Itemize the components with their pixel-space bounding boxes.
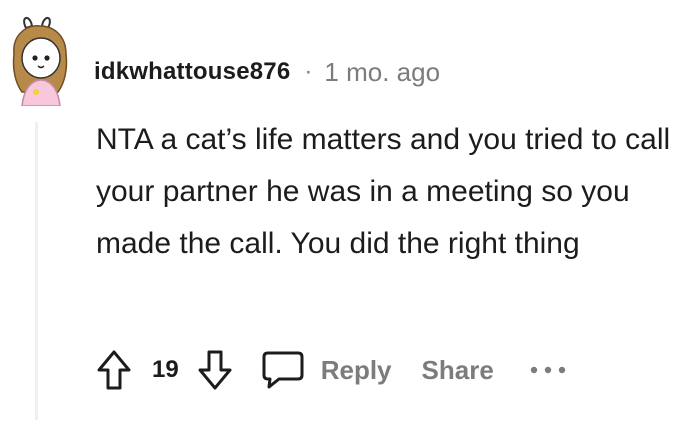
comment-timestamp[interactable]: 1 mo. ago	[324, 57, 440, 88]
username-link[interactable]: idkwhattouse876	[94, 58, 290, 86]
comment-action-bar: 19 Reply Share	[92, 344, 570, 396]
share-button[interactable]: Share	[422, 355, 494, 386]
reply-button[interactable]: Reply	[321, 355, 392, 386]
user-avatar[interactable]	[8, 14, 72, 107]
ellipsis-icon	[530, 366, 565, 374]
speech-bubble-icon	[262, 351, 304, 389]
comment-body: NTA a cat’s life matters and you tried t…	[96, 114, 686, 270]
arrow-up-icon	[97, 350, 131, 390]
vote-score: 19	[152, 356, 179, 383]
avatar-icon	[12, 17, 68, 107]
arrow-down-icon	[198, 350, 232, 390]
downvote-button[interactable]	[193, 346, 237, 394]
comment-body-text: NTA a cat’s life matters and you tried t…	[96, 123, 671, 260]
meta-separator: ·	[304, 58, 313, 85]
comment-header: idkwhattouse876 · 1 mo. ago	[94, 54, 440, 90]
upvote-button[interactable]	[92, 346, 136, 394]
thread-line[interactable]	[35, 122, 38, 420]
reply-icon-button[interactable]	[259, 346, 307, 394]
more-options-button[interactable]	[526, 346, 570, 394]
